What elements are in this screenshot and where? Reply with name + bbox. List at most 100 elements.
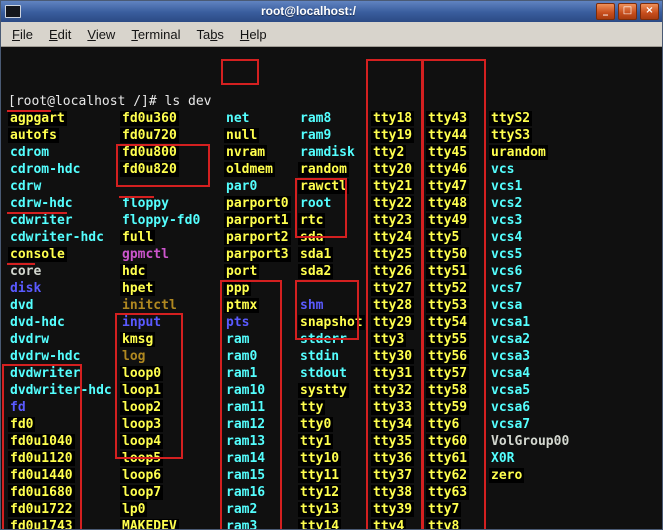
device-entry: tty53 <box>426 298 470 313</box>
device-entry: fd0u800 <box>120 145 179 160</box>
device-entry: tty47 <box>426 179 470 194</box>
device-entry: lp0 <box>120 502 148 517</box>
device-entry: ram8 <box>300 111 332 126</box>
terminal-screen[interactable]: [root@localhost /]# ls dev agpgart autofs… <box>0 47 663 530</box>
device-entry: cdrom-hdc <box>10 162 81 177</box>
device-entry: net <box>226 111 250 126</box>
device-entry: tty62 <box>426 468 470 483</box>
device-entry: tty30 <box>371 349 415 364</box>
menu-item-file[interactable]: File <box>4 24 41 45</box>
listing-column: net null nvram oldmem par0 parport0 parport1 pa… <box>224 108 291 530</box>
device-entry: tty35 <box>371 434 415 449</box>
device-entry: tty8 <box>426 519 462 530</box>
device-entry: dvd-hdc <box>10 315 65 330</box>
device-entry: fd0u1120 <box>8 451 75 466</box>
terminal-window-icon <box>5 4 21 18</box>
device-entry: ram12 <box>226 417 266 432</box>
device-entry: random <box>298 162 349 177</box>
device-entry: autofs <box>8 128 59 143</box>
device-entry: parport1 <box>224 213 291 228</box>
device-entry: tty38 <box>371 485 415 500</box>
device-entry: tty11 <box>298 468 342 483</box>
device-entry: loop5 <box>120 451 164 466</box>
device-entry: disk <box>10 281 42 296</box>
device-entry: tty3 <box>371 332 407 347</box>
device-entry: vcs7 <box>491 281 523 296</box>
device-entry: ram15 <box>226 468 266 483</box>
device-entry: fd0u1440 <box>8 468 75 483</box>
device-entry: stdout <box>300 366 347 381</box>
device-entry: fd0u1743 <box>8 519 75 530</box>
device-entry: tty36 <box>371 451 415 466</box>
device-entry: parport3 <box>224 247 291 262</box>
device-entry: fd0u360 <box>120 111 179 126</box>
device-entry: fd0u1040 <box>8 434 75 449</box>
device-entry: par0 <box>226 179 258 194</box>
device-entry: ram2 <box>226 502 258 517</box>
device-entry: vcsa5 <box>491 383 531 398</box>
device-entry: tty6 <box>426 417 462 432</box>
device-entry: tty44 <box>426 128 470 143</box>
device-entry: urandom <box>489 145 548 160</box>
menu-item-edit[interactable]: Edit <box>41 24 79 45</box>
device-entry: tty63 <box>426 485 470 500</box>
device-entry: pts <box>226 315 250 330</box>
device-entry: dvdwriter-hdc <box>10 383 112 398</box>
menu-item-terminal[interactable]: Terminal <box>123 24 188 45</box>
device-entry: tty45 <box>426 145 470 160</box>
minimize-button[interactable]: _ <box>596 2 615 20</box>
device-entry: floppy <box>122 196 169 211</box>
device-entry: tty27 <box>371 281 415 296</box>
device-entry: X0R <box>491 451 515 466</box>
device-entry: ram3 <box>226 519 258 530</box>
device-entry: tty26 <box>371 264 415 279</box>
device-entry: vcs5 <box>491 247 523 262</box>
device-entry: cdrom <box>10 145 50 160</box>
device-entry: tty58 <box>426 383 470 398</box>
device-entry: console <box>8 247 67 262</box>
device-entry: cdwriter-hdc <box>10 230 104 245</box>
device-entry: tty61 <box>426 451 470 466</box>
device-entry: vcs3 <box>491 213 523 228</box>
menu-item-view[interactable]: View <box>79 24 123 45</box>
menu-item-tabs[interactable]: Tabs <box>188 24 231 45</box>
device-entry: rawctl <box>298 179 349 194</box>
device-entry: loop4 <box>120 434 164 449</box>
device-entry: tty49 <box>426 213 470 228</box>
device-entry: loop0 <box>120 366 164 381</box>
device-entry: core <box>10 264 42 279</box>
device-entry: vcs1 <box>491 179 523 194</box>
device-entry: shm <box>300 298 324 313</box>
device-entry: MAKEDEV <box>120 519 179 530</box>
title-bar[interactable]: root@localhost:/ _ □ × <box>0 0 663 22</box>
device-entry: ram16 <box>226 485 266 500</box>
device-entry: parport2 <box>224 230 291 245</box>
device-entry: ram13 <box>226 434 266 449</box>
device-entry: tty1 <box>298 434 334 449</box>
device-entry: systty <box>298 383 349 398</box>
device-entry: dvd <box>10 298 34 313</box>
maximize-button[interactable]: □ <box>618 2 637 20</box>
device-entry: ram10 <box>226 383 266 398</box>
device-entry: ram <box>226 332 250 347</box>
device-entry: fd0u820 <box>120 162 179 177</box>
device-entry: cdrw-hdc <box>10 196 73 211</box>
device-entry: sda1 <box>298 247 334 262</box>
device-entry: tty4 <box>371 519 407 530</box>
device-entry: tty13 <box>298 502 342 517</box>
device-entry: tty0 <box>298 417 334 432</box>
listing-column: tty43 tty44 tty45 tty46 tty47 tty48 tty49 tty5 t… <box>426 108 470 530</box>
close-button[interactable]: × <box>640 2 659 20</box>
device-entry: cdrw <box>10 179 42 194</box>
device-entry: dvdwriter <box>10 366 81 381</box>
device-entry: loop3 <box>120 417 164 432</box>
device-entry: tty22 <box>371 196 415 211</box>
device-entry: log <box>122 349 146 364</box>
menu-item-help[interactable]: Help <box>232 24 275 45</box>
device-entry: tty21 <box>371 179 415 194</box>
menu-bar: File Edit View Terminal Tabs Help <box>0 22 663 47</box>
device-entry: ram9 <box>300 128 332 143</box>
device-entry: hpet <box>120 281 156 296</box>
device-entry: fd <box>10 400 26 415</box>
device-entry: tty19 <box>371 128 415 143</box>
